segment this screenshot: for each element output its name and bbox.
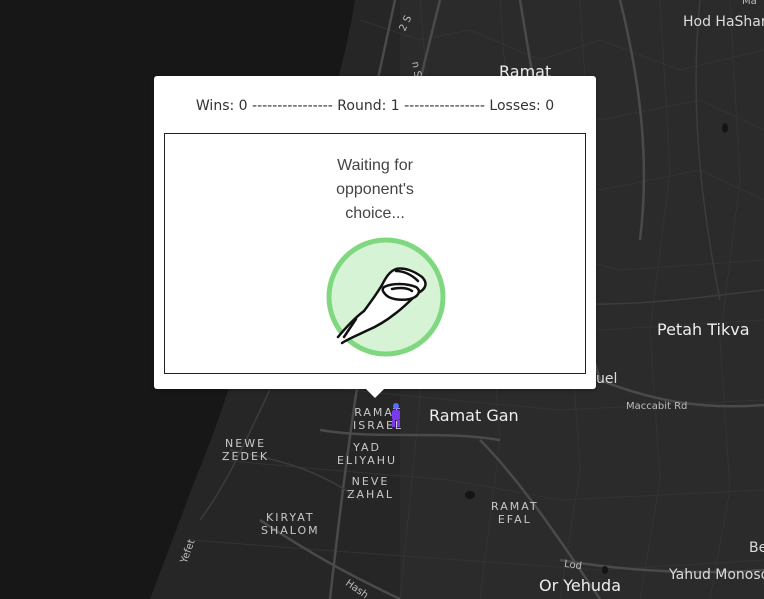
waiting-message: Waiting for opponent's choice... [165,154,585,226]
separator-right: ---------------- [404,98,485,114]
map-label-be: Be [749,540,764,556]
map-label-ramat-efal: RAMAT EFAL [491,500,539,526]
scoreline: Wins: 0 ---------------- Round: 1 ------… [154,98,596,114]
waiting-line-3: choice... [345,205,405,222]
map-label-newe-zedek: NEWE ZEDEK [222,437,270,463]
map-label-neve-zahal: NEVE ZAHAL [347,475,394,501]
player-location-marker[interactable] [389,402,403,428]
ok-hand-icon [326,237,446,357]
wins-count: Wins: 0 [195,98,248,114]
map-label-yahud: Yahud Monoso [669,567,764,583]
round-number: Round: 1 [337,98,400,114]
separator-left: ---------------- [252,98,333,114]
map-label-ramat-gan: Ramat Gan [429,406,519,425]
game-popup: Wins: 0 ---------------- Round: 1 ------… [154,76,596,389]
selected-choice-button[interactable] [326,237,446,357]
map-label-kiryat-shalom: KIRYAT SHALOM [261,511,320,537]
map-label-hod-hasharon: Hod HaShar [683,14,764,30]
road-label-maccabit: Maccabit Rd [626,401,688,412]
map-label-yad-eliyahu: YAD ELIYAHU [337,441,398,467]
popup-pointer [365,388,385,398]
map-label-ma: Ma [742,0,757,7]
map-label-or-yehuda: Or Yehuda [539,576,621,595]
waiting-line-2: opponent's [336,181,414,198]
waiting-line-1: Waiting for [337,157,413,174]
map-label-petah-tikva: Petah Tikva [657,320,750,339]
map-label-uel: uel [596,371,618,387]
losses-count: Losses: 0 [489,98,555,114]
person-icon [392,403,400,427]
road-label-lod: Lod [563,558,583,573]
game-area: Waiting for opponent's choice... [164,133,586,374]
